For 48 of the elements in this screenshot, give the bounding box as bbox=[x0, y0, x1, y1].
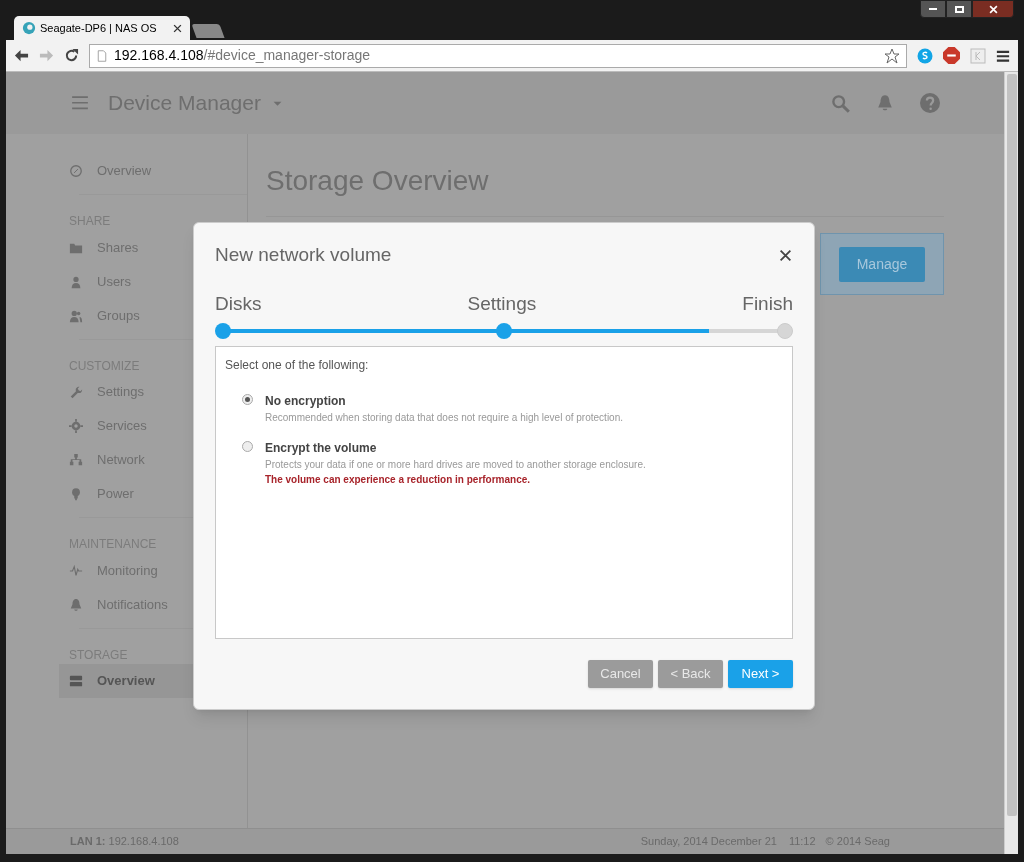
warning-text: The volume can experience a reduction in performance. bbox=[265, 473, 532, 487]
option-description: Recommended when storing data that does not require a high level of protection. bbox=[265, 411, 623, 425]
close-icon bbox=[173, 23, 182, 33]
wrench-icon bbox=[69, 385, 83, 399]
address-field[interactable]: 192.168.4.108/#device_manager-storage bbox=[89, 43, 907, 68]
adblock-icon[interactable] bbox=[943, 47, 960, 64]
dialog-title: New network volume bbox=[215, 243, 392, 267]
reload-icon bbox=[64, 48, 79, 63]
bell-icon bbox=[69, 597, 83, 612]
people-icon bbox=[69, 308, 83, 323]
prompt-text: Select one of the following: bbox=[225, 357, 370, 374]
cancel-button[interactable]: Cancel bbox=[588, 660, 653, 688]
step-label: Settings bbox=[467, 291, 537, 316]
option-title: Encrypt the volume bbox=[265, 440, 378, 457]
new-tab-button[interactable] bbox=[191, 24, 225, 38]
close-icon bbox=[779, 248, 792, 262]
radio-button[interactable] bbox=[242, 441, 253, 452]
forward-arrow-icon bbox=[39, 48, 54, 63]
browser-tab[interactable]: Seagate-DP6 | NAS OS bbox=[14, 16, 190, 40]
network-icon bbox=[69, 453, 83, 467]
close-icon bbox=[988, 4, 998, 14]
bell-icon bbox=[876, 94, 894, 112]
gear-icon bbox=[69, 419, 83, 433]
option-title: No encryption bbox=[265, 393, 347, 410]
swirl-logo-icon bbox=[22, 21, 36, 35]
scrollbar[interactable] bbox=[1004, 72, 1018, 854]
back-button[interactable]: < Back bbox=[658, 660, 723, 688]
close-button[interactable] bbox=[972, 0, 1014, 18]
star-icon bbox=[884, 47, 900, 64]
radio-button[interactable] bbox=[242, 394, 253, 405]
menu-icon bbox=[70, 94, 90, 112]
option-description: Protects your data if one or more hard drives are moved to another storage enclosure. bbox=[265, 458, 646, 472]
page-icon bbox=[96, 48, 108, 63]
compass-icon bbox=[69, 164, 83, 178]
minimize-button[interactable] bbox=[920, 0, 946, 18]
search-icon bbox=[831, 93, 850, 113]
step-label: Finish bbox=[742, 291, 793, 316]
menu-icon bbox=[996, 48, 1010, 63]
skype-icon[interactable] bbox=[917, 47, 933, 64]
back-arrow-icon bbox=[14, 48, 29, 63]
person-icon bbox=[69, 274, 83, 289]
lightbulb-icon bbox=[69, 487, 83, 501]
maximize-button[interactable] bbox=[946, 0, 972, 18]
storage-icon bbox=[69, 674, 83, 688]
manage-button[interactable]: Manage bbox=[838, 246, 926, 282]
pulse-icon bbox=[69, 563, 83, 578]
next-button[interactable]: Next > bbox=[728, 660, 793, 688]
step-label: Disks bbox=[215, 291, 262, 316]
